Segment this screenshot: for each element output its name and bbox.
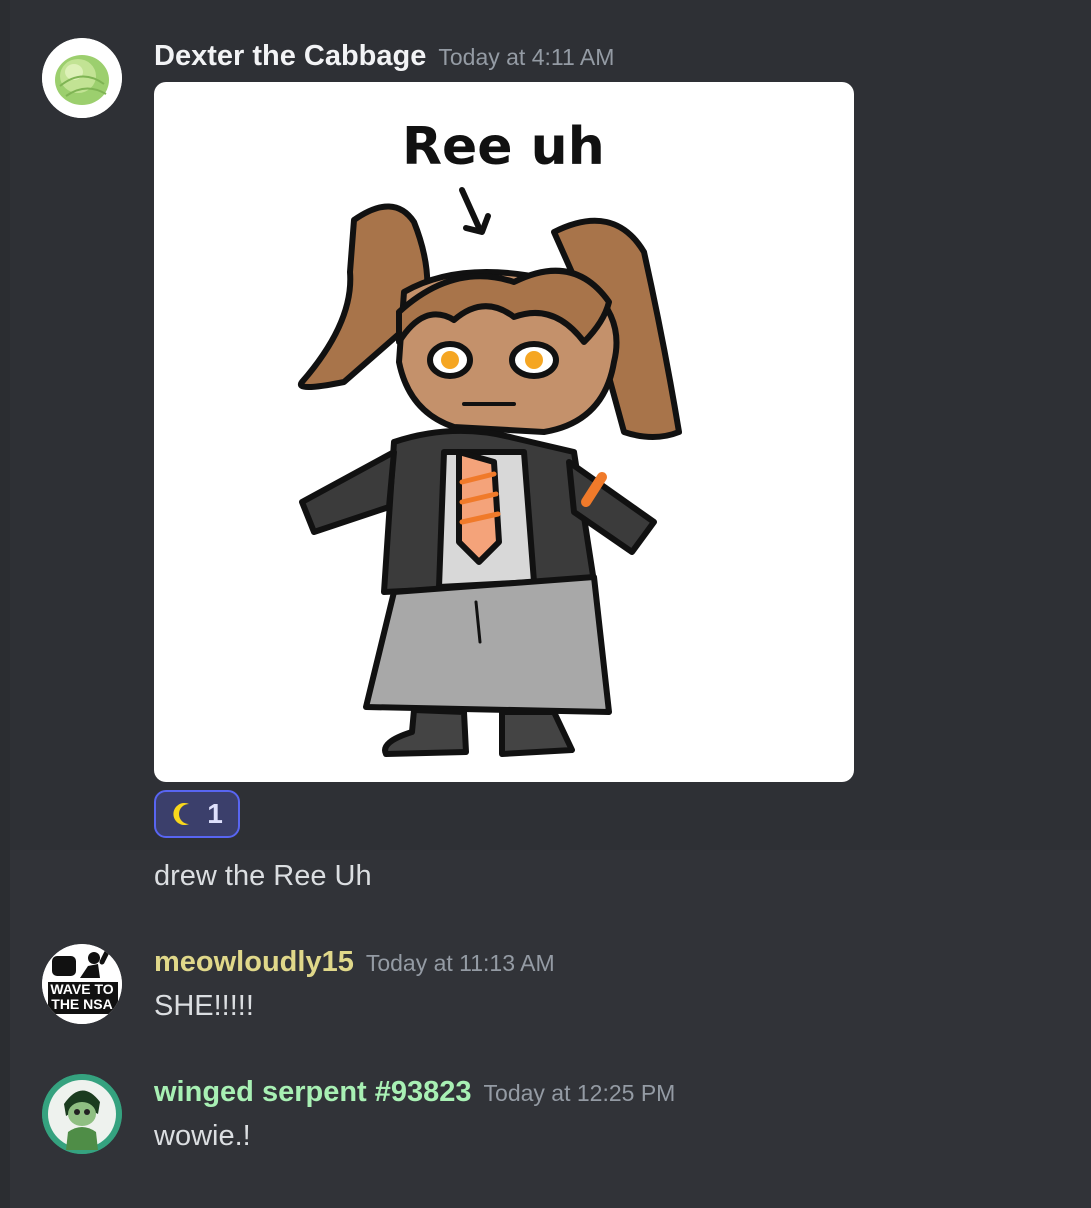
- timestamp: Today at 12:25 PM: [483, 1080, 676, 1106]
- crescent-moon-icon: [173, 803, 190, 825]
- avatar-text-line2: THE NSA: [51, 996, 113, 1012]
- author-label[interactable]: meowloudly15: [154, 946, 354, 978]
- green-character-avatar[interactable]: [42, 1074, 122, 1154]
- author-name[interactable]: Dexter the Cabbage Today at 4:11 AM: [154, 40, 614, 73]
- author-label[interactable]: winged serpent #93823: [154, 1076, 472, 1108]
- message-text: SHE!!!!!: [154, 990, 254, 1022]
- author-label[interactable]: Dexter the Cabbage: [154, 40, 426, 72]
- image-attachment[interactable]: Ree uh: [154, 82, 854, 782]
- message-text: wowie.!: [154, 1120, 251, 1152]
- avatar-text-line1: WAVE TO: [50, 981, 114, 997]
- drawing-label: Ree uh: [402, 117, 605, 177]
- author-name[interactable]: meowloudly15 Today at 11:13 AM: [154, 946, 555, 979]
- avatar-text: WAVE TO THE NSA: [42, 982, 122, 1012]
- reaction-count: 1: [207, 798, 223, 829]
- cabbage-avatar[interactable]: [42, 38, 122, 118]
- timestamp: Today at 11:13 AM: [365, 950, 555, 976]
- drawing-image: Ree uh: [297, 117, 682, 757]
- reaction-button[interactable]: 1: [154, 790, 240, 838]
- cabbage-icon: [42, 38, 122, 118]
- left-edge: [0, 0, 10, 1208]
- author-name[interactable]: winged serpent #93823 Today at 12:25 PM: [154, 1076, 675, 1109]
- timestamp: Today at 4:11 AM: [438, 44, 615, 70]
- message-text: drew the Ree Uh: [154, 860, 372, 892]
